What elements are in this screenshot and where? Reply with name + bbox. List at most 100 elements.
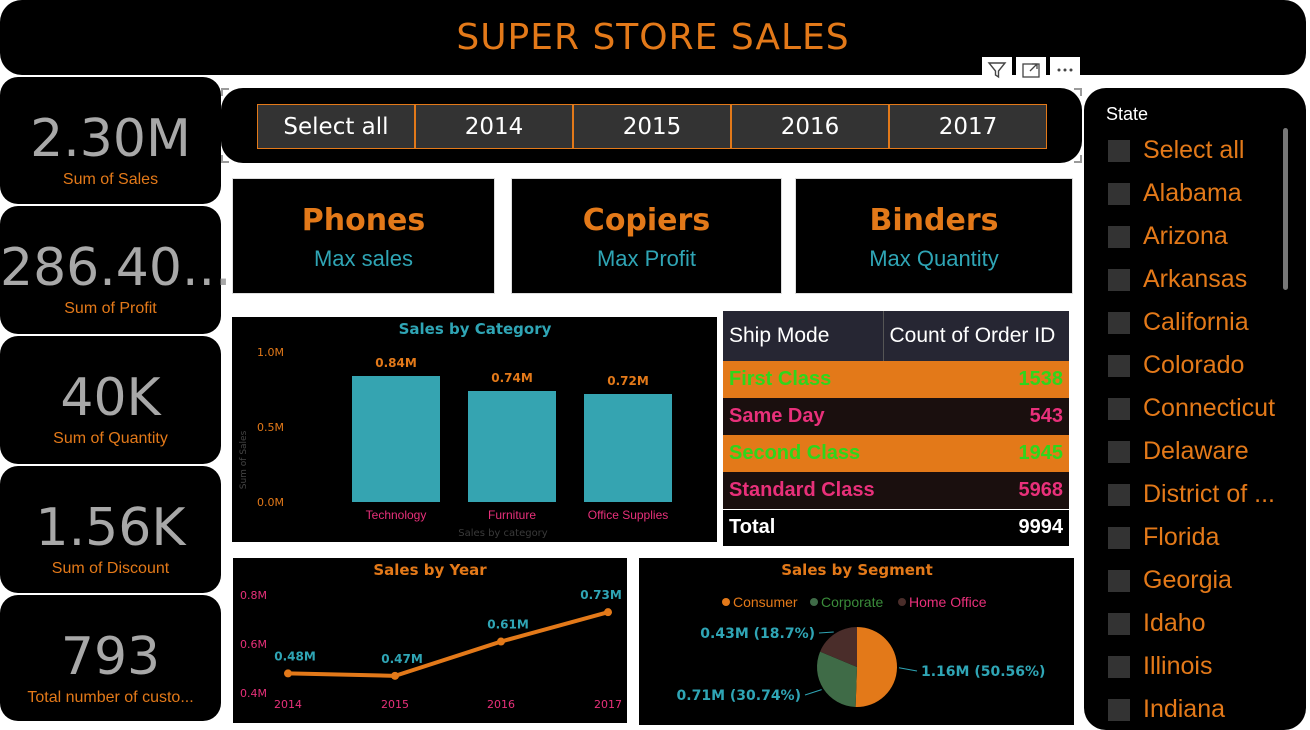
checkbox[interactable]: [1108, 483, 1130, 506]
count-cell: 1945: [1018, 442, 1064, 464]
max-quantity-card: Binders Max Quantity: [795, 178, 1073, 294]
sales-by-category-chart[interactable]: Sales by Category Sum of Sales Sales by …: [232, 317, 717, 542]
table-row[interactable]: Same Day 543: [723, 398, 1069, 435]
total-count: 9994: [1018, 516, 1064, 539]
state-option[interactable]: Florida: [1108, 523, 1219, 552]
year-option-2015[interactable]: 2015: [573, 104, 731, 149]
state-option[interactable]: Georgia: [1108, 566, 1232, 595]
line-point[interactable]: [497, 637, 505, 646]
point-data-label: 0.73M: [580, 588, 622, 602]
card-label: Max sales: [313, 246, 414, 271]
category-bar-svg: Sales by Category Sum of Sales Sales by …: [239, 320, 672, 539]
state-option-label: Illinois: [1143, 652, 1213, 680]
checkbox[interactable]: [1108, 655, 1130, 678]
state-option[interactable]: Connecticut: [1108, 394, 1275, 423]
state-option-label: Indiana: [1143, 695, 1226, 723]
ship-mode-table: Ship Mode Count of Order ID First Class …: [723, 311, 1069, 546]
state-option[interactable]: Illinois: [1108, 652, 1212, 681]
year-option-2016[interactable]: 2016: [731, 104, 889, 149]
checkbox[interactable]: [1108, 354, 1130, 377]
ship-mode-cell: First Class: [729, 368, 832, 390]
state-option[interactable]: Colorado: [1108, 351, 1244, 380]
legend-label: Home Office: [909, 594, 987, 610]
state-option[interactable]: California: [1108, 308, 1249, 337]
column-header-ship-mode[interactable]: Ship Mode: [723, 311, 884, 361]
focus-mode-icon[interactable]: [1016, 57, 1046, 83]
kpi-value: 793: [60, 627, 161, 687]
leader-line: [818, 631, 834, 634]
dashboard-title: SUPER STORE SALES: [456, 17, 850, 58]
point-data-label: 0.47M: [381, 652, 423, 666]
year-option-2014[interactable]: 2014: [415, 104, 573, 149]
ship-mode-cell: Same Day: [729, 405, 825, 427]
slice-data-label: 1.16M (50.56%): [921, 664, 1045, 680]
checkbox[interactable]: [1108, 182, 1130, 205]
year-option-2017[interactable]: 2017: [889, 104, 1047, 149]
legend-label: Corporate: [821, 594, 883, 610]
bar-data-label: 0.74M: [491, 371, 533, 385]
checkbox[interactable]: [1108, 698, 1130, 721]
state-option[interactable]: Indiana: [1108, 695, 1225, 724]
y-tick-label: 0.4M: [240, 687, 267, 700]
sales-line: [287, 610, 609, 678]
state-option[interactable]: Select all: [1108, 136, 1244, 165]
kpi-label: Sum of Quantity: [53, 430, 168, 447]
kpi-label: Sum of Profit: [64, 300, 157, 317]
state-option-label: Idaho: [1143, 609, 1206, 637]
kpi-label: Sum of Discount: [51, 560, 170, 577]
line-point[interactable]: [391, 671, 399, 680]
bar-data-label: 0.72M: [607, 374, 649, 388]
column-header-count[interactable]: Count of Order ID: [883, 311, 1069, 361]
sales-by-segment-chart[interactable]: Sales by Segment Consumer Corporate Home O…: [639, 558, 1074, 725]
selection-corner: [1074, 155, 1082, 163]
selection-corner: [221, 155, 229, 163]
checkbox[interactable]: [1108, 225, 1130, 248]
chart-title: Sales by Segment: [781, 561, 933, 579]
state-option[interactable]: Arizona: [1108, 222, 1228, 251]
year-option-select-all[interactable]: Select all: [257, 104, 415, 149]
checkbox[interactable]: [1108, 440, 1130, 463]
legend-label: Consumer: [733, 594, 798, 610]
checkbox[interactable]: [1108, 397, 1130, 420]
point-data-label: 0.61M: [487, 618, 529, 632]
line-point[interactable]: [284, 669, 292, 678]
y-axis-label: Sum of Sales: [239, 430, 249, 489]
x-tick-label: 2014: [274, 698, 302, 711]
pie-slice[interactable]: [855, 627, 897, 707]
checkbox[interactable]: [1108, 569, 1130, 592]
line-point[interactable]: [604, 608, 612, 617]
x-axis-label: Sales by category: [458, 528, 548, 539]
state-option[interactable]: Idaho: [1108, 609, 1206, 638]
checkbox[interactable]: [1108, 612, 1130, 635]
category-bar[interactable]: [468, 391, 556, 502]
more-options-icon[interactable]: [1050, 57, 1080, 83]
slice-data-label: 0.71M (30.74%): [677, 688, 801, 704]
scrollbar-thumb[interactable]: [1283, 128, 1288, 290]
y-tick-label: 0.5M: [257, 421, 284, 434]
card-value: Binders: [869, 203, 999, 238]
kpi-label: Sum of Sales: [62, 171, 159, 188]
card-value: Copiers: [582, 203, 711, 238]
checkbox[interactable]: [1108, 526, 1130, 549]
state-option[interactable]: Alabama: [1108, 179, 1242, 208]
filter-icon[interactable]: [982, 57, 1012, 83]
kpi-sales-card: 2.30M Sum of Sales: [0, 77, 221, 204]
kpi-quantity-card: 40K Sum of Quantity: [0, 336, 221, 464]
state-option[interactable]: Arkansas: [1108, 265, 1247, 294]
chart-title: Sales by Category: [399, 320, 552, 338]
sales-by-year-chart[interactable]: Sales by Year 0.4M 0.6M 0.8M 0.48M 2014 0.47…: [233, 558, 627, 723]
checkbox[interactable]: [1108, 311, 1130, 334]
table-row[interactable]: First Class 1538: [723, 361, 1069, 398]
table-row[interactable]: Standard Class 5968: [723, 472, 1069, 509]
checkbox[interactable]: [1108, 139, 1130, 162]
checkbox[interactable]: [1108, 268, 1130, 291]
kpi-value: 286.40...: [0, 238, 232, 298]
state-option[interactable]: Delaware: [1108, 437, 1249, 466]
category-bar[interactable]: [352, 376, 440, 502]
y-tick-label: 0.8M: [240, 589, 267, 602]
category-bar[interactable]: [584, 394, 672, 502]
ship-mode-cell: Standard Class: [729, 478, 875, 501]
kpi-profit-card: 286.40... Sum of Profit: [0, 206, 232, 334]
state-option[interactable]: District of ...: [1108, 480, 1275, 509]
table-row[interactable]: Second Class 1945: [723, 435, 1069, 472]
